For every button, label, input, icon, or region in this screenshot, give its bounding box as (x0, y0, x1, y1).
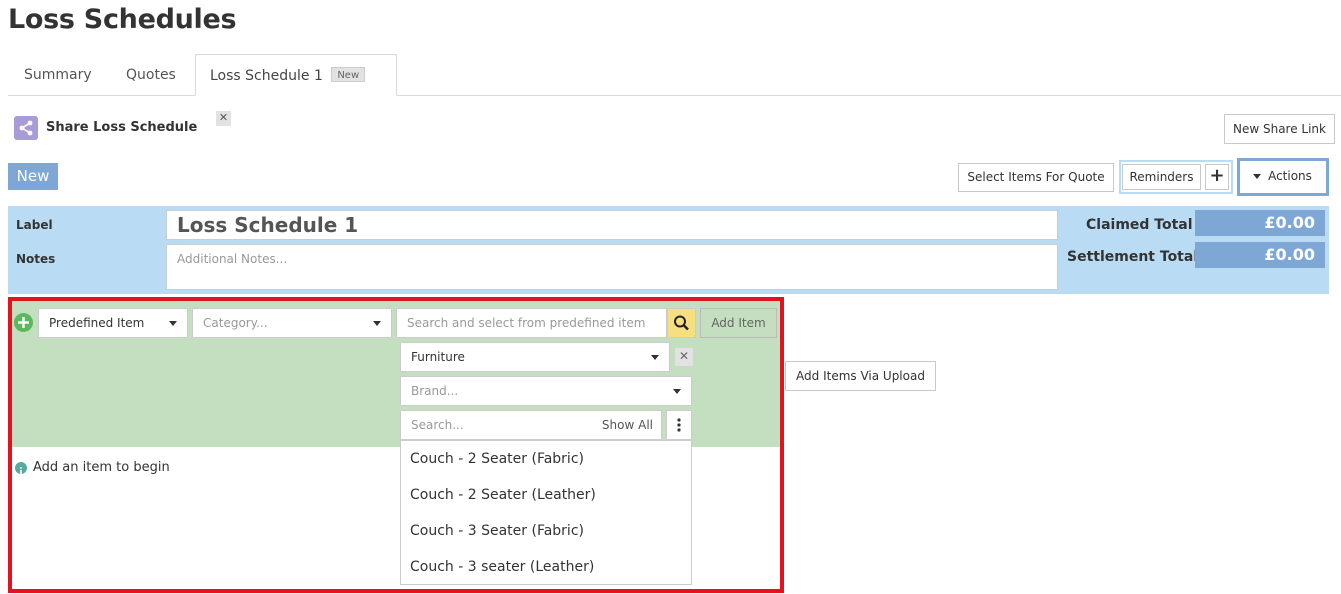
label-caption: Label (16, 218, 53, 232)
category-select[interactable]: Category... (192, 308, 392, 338)
item-type-select[interactable]: Predefined Item (38, 308, 188, 338)
tab-loss-schedule-1[interactable]: Loss Schedule 1 New ✕ (195, 54, 397, 126)
tab-label: Loss Schedule 1 (210, 68, 323, 84)
select-items-for-quote-button[interactable]: Select Items For Quote (958, 163, 1114, 192)
add-item-button[interactable]: Add Item (700, 308, 777, 338)
list-item[interactable]: Couch - 2 Seater (Leather) (401, 477, 691, 513)
item-type-value: Predefined Item (49, 316, 145, 330)
predefined-items-list: Couch - 2 Seater (Fabric) Couch - 2 Seat… (400, 440, 692, 585)
close-tab-icon[interactable]: ✕ (216, 111, 231, 126)
claimed-total-value: £0.00 (1195, 210, 1325, 236)
caret-down-icon (673, 389, 681, 394)
caret-down-icon (651, 355, 659, 360)
new-button[interactable]: New (8, 163, 58, 190)
list-item[interactable]: Couch - 3 seater (Leather) (401, 549, 691, 585)
caret-down-icon (373, 321, 381, 326)
predefined-item-search-input[interactable]: Search and select from predefined item (396, 308, 667, 338)
kebab-menu-icon[interactable] (666, 410, 692, 440)
share-loss-schedule-link[interactable]: Share Loss Schedule (46, 120, 197, 135)
new-share-link-button[interactable]: New Share Link (1224, 114, 1335, 144)
caret-down-icon (1253, 174, 1261, 179)
list-item[interactable]: Couch - 3 Seater (Fabric) (401, 513, 691, 549)
reminders-button[interactable]: Reminders (1122, 164, 1201, 190)
add-items-via-upload-button[interactable]: Add Items Via Upload (785, 361, 936, 391)
category-placeholder: Category... (203, 316, 268, 330)
claimed-total-caption: Claimed Total (1086, 217, 1193, 233)
notes-textarea[interactable]: Additional Notes... (166, 244, 1058, 290)
picker-search-input[interactable]: Search... Show All (400, 410, 662, 440)
close-icon[interactable]: ✕ (675, 348, 693, 366)
brand-placeholder: Brand... (411, 384, 459, 398)
search-placeholder: Search and select from predefined item (407, 316, 646, 330)
empty-state-message: Add an item to begin (33, 460, 170, 475)
actions-button[interactable]: Actions (1243, 164, 1323, 190)
share-icon[interactable] (14, 116, 38, 140)
tab-summary[interactable]: Summary (8, 54, 108, 96)
notes-caption: Notes (16, 252, 56, 266)
info-icon (15, 462, 27, 475)
plus-circle-icon[interactable] (14, 313, 33, 332)
brand-select[interactable]: Brand... (400, 376, 692, 406)
picker-category-value: Furniture (411, 350, 465, 364)
picker-search-placeholder: Search... (411, 418, 464, 432)
settlement-total-caption: Settlement Total (1067, 249, 1199, 265)
tab-quotes[interactable]: Quotes (110, 54, 192, 96)
caret-down-icon (169, 321, 177, 326)
search-icon[interactable] (667, 308, 696, 338)
page-title: Loss Schedules (8, 4, 237, 35)
new-badge: New (331, 67, 366, 82)
actions-label: Actions (1268, 169, 1312, 183)
list-item[interactable]: Couch - 2 Seater (Fabric) (401, 441, 691, 477)
settlement-total-value: £0.00 (1195, 242, 1325, 268)
show-all-link[interactable]: Show All (602, 411, 653, 439)
label-input[interactable]: Loss Schedule 1 (166, 210, 1058, 240)
picker-category-select[interactable]: Furniture (400, 342, 670, 372)
add-reminder-button[interactable]: + (1205, 164, 1229, 190)
